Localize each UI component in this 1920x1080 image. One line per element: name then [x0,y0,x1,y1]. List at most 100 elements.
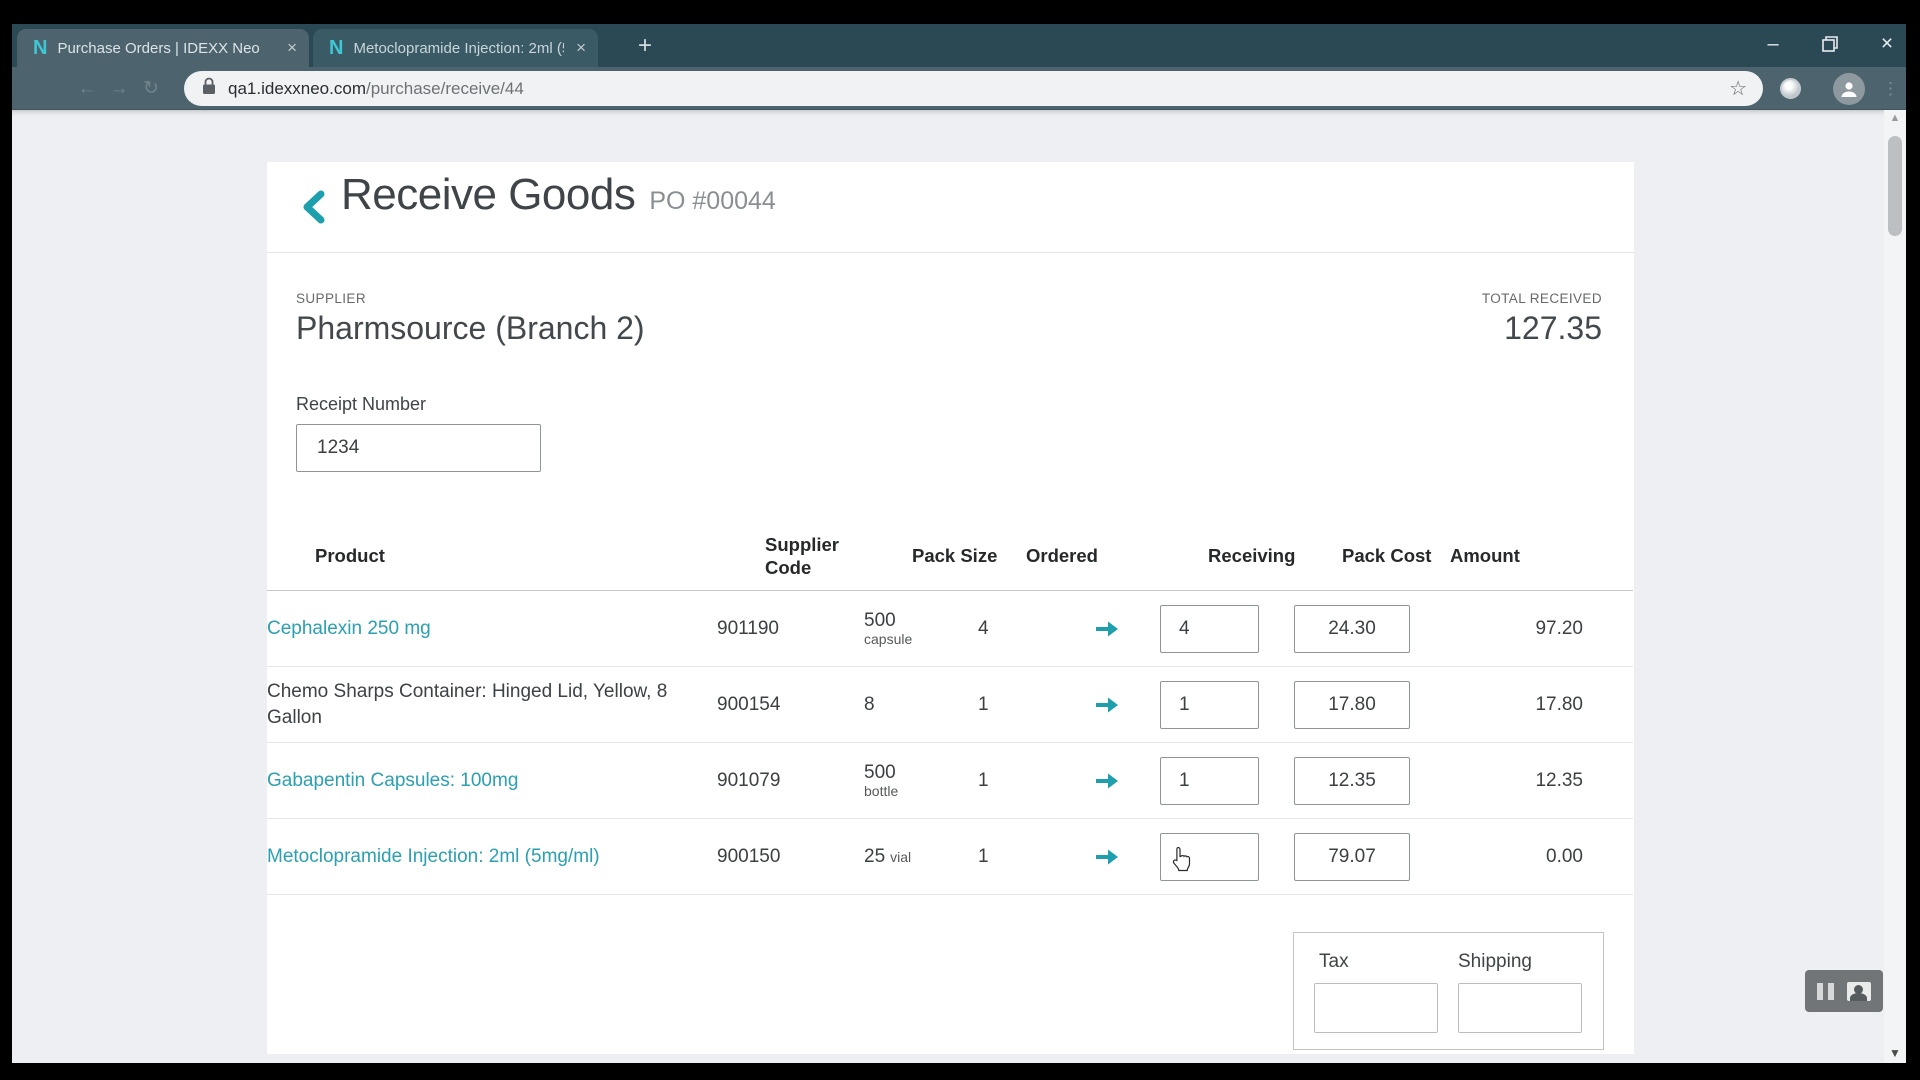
window-close-button[interactable]: × [1867,27,1906,61]
tab-purchase-orders[interactable]: N Purchase Orders | IDEXX Neo × [17,29,309,67]
back-chevron-icon[interactable] [300,190,326,229]
total-received-label: TOTAL RECEIVED [1482,291,1602,306]
url-path: /purchase/receive/44 [366,79,524,98]
table-row: Chemo Sharps Container: Hinged Lid, Yell… [267,667,1633,743]
pack-cost-cell [1294,605,1430,653]
ordered-cell: 1 [978,694,1053,716]
table-row: Metoclopramide Injection: 2ml (5mg/ml) 9… [267,819,1633,895]
col-header-receiving: Receiving [1208,534,1342,577]
pack-unit: capsule [864,631,978,647]
pack-qty: 500 [864,610,978,632]
pack-cost-input[interactable] [1294,681,1410,729]
pack-size-cell: 25 vial [864,846,978,868]
tab-metoclopramide[interactable]: N Metoclopramide Injection: 2ml (5 × [313,29,598,67]
supplier-name: Pharmsource (Branch 2) [296,310,645,347]
copy-ordered-arrow-icon[interactable] [1053,695,1160,715]
window-minimize-button[interactable]: – [1753,27,1793,61]
receiving-input[interactable] [1160,605,1259,653]
window-restore-button[interactable] [1810,27,1850,61]
receiving-input[interactable] [1160,757,1259,805]
receiving-cell [1160,605,1294,653]
new-tab-button[interactable]: + [630,31,660,61]
receiving-input[interactable] [1160,681,1259,729]
product-link[interactable]: Cephalexin 250 mg [267,616,717,642]
mouse-cursor-hand [1170,846,1194,877]
pack-cost-input[interactable] [1294,757,1410,805]
pack-unit: vial [890,849,911,865]
col-header-amount: Amount [1478,534,1633,577]
url-domain: qa1.idexxneo.com [228,79,366,98]
totals-box: Tax Shipping [1293,932,1604,1050]
page-title: Receive Goods [341,170,635,220]
product-link[interactable]: Chemo Sharps Container: Hinged Lid, Yell… [267,679,717,730]
receiving-cell [1160,681,1294,729]
pack-qty: 8 [864,694,978,716]
col-header-spacer [1101,546,1208,566]
amount-cell: 0.00 [1430,846,1585,868]
col-header-product: Product [315,534,765,577]
copy-ordered-arrow-icon[interactable] [1053,847,1160,867]
table-body: Cephalexin 250 mg 901190 500 capsule 4 9… [267,591,1633,895]
forward-icon[interactable]: → [104,67,134,110]
scroll-down-icon[interactable]: ▼ [1884,1046,1906,1060]
snapshot-icon[interactable] [1847,982,1871,1001]
col-header-ordered: Ordered [1026,534,1101,577]
tab-title: Metoclopramide Injection: 2ml (5 [353,40,564,57]
browser-toolbar: ← → ↻ qa1.idexxneo.com/purchase/receive/… [12,67,1906,110]
tax-input[interactable] [1314,983,1438,1033]
bookmark-star-icon[interactable]: ☆ [1729,76,1747,101]
tab-close-icon[interactable]: × [287,38,297,58]
product-link[interactable]: Metoclopramide Injection: 2ml (5mg/ml) [267,844,717,870]
amount-cell: 12.35 [1430,770,1585,792]
col-header-pack-size: Pack Size [912,534,1002,577]
address-bar[interactable]: qa1.idexxneo.com/purchase/receive/44 ☆ [184,71,1763,106]
pack-qty: 25 [864,846,885,868]
browser-window: N Purchase Orders | IDEXX Neo × N Metocl… [12,24,1906,1063]
profile-avatar[interactable] [1833,73,1865,105]
receive-goods-card: Receive Goods PO #00044 SUPPLIER Pharmso… [267,162,1634,1054]
pack-unit: bottle [864,783,978,799]
pack-qty: 500 [864,762,978,784]
url-text: qa1.idexxneo.com/purchase/receive/44 [228,79,1729,99]
idexx-neo-logo-icon: N [329,37,343,60]
supplier-code-cell: 901190 [717,618,864,640]
product-link[interactable]: Gabapentin Capsules: 100mg [267,768,717,794]
scroll-up-icon[interactable]: ▲ [1884,112,1906,124]
idexx-neo-logo-icon: N [33,37,47,60]
recorder-overlay [1805,970,1883,1012]
receipt-number-input[interactable] [296,424,541,472]
back-icon[interactable]: ← [72,67,102,110]
pack-cost-cell [1294,757,1430,805]
tab-title: Purchase Orders | IDEXX Neo [57,40,275,57]
tab-close-icon[interactable]: × [576,38,586,58]
reload-icon[interactable]: ↻ [136,67,166,110]
pack-size-cell: 500 bottle [864,762,978,800]
copy-ordered-arrow-icon[interactable] [1053,771,1160,791]
tax-label: Tax [1319,951,1349,973]
shipping-input[interactable] [1458,983,1582,1033]
pack-cost-input[interactable] [1294,605,1410,653]
scrollbar[interactable]: ▲ ▼ [1884,110,1906,1063]
tab-strip: N Purchase Orders | IDEXX Neo × N Metocl… [12,24,1906,67]
browser-menu-icon[interactable]: ⋮ [1882,67,1899,110]
pack-cost-cell [1294,681,1430,729]
supplier-code-cell: 900154 [717,694,864,716]
shipping-label: Shipping [1458,951,1532,973]
col-header-supplier-code: Supplier Code [765,523,855,589]
table-header-row: Product Supplier Code Pack Size Ordered … [267,522,1633,591]
copy-ordered-arrow-icon[interactable] [1053,619,1160,639]
supplier-code-cell: 901079 [717,770,864,792]
pack-cost-input[interactable] [1294,833,1410,881]
amount-cell: 17.80 [1430,694,1585,716]
po-number: PO #00044 [649,187,776,216]
pause-icon[interactable] [1817,983,1834,1000]
receiving-cell [1160,757,1294,805]
page-background: Receive Goods PO #00044 SUPPLIER Pharmso… [12,110,1906,1063]
pack-size-cell: 500 capsule [864,610,978,648]
extension-icon[interactable] [1780,78,1801,99]
ordered-cell: 4 [978,618,1053,640]
scrollbar-thumb[interactable] [1888,136,1902,236]
receipt-number-label: Receipt Number [296,394,426,415]
table-row: Cephalexin 250 mg 901190 500 capsule 4 9… [267,591,1633,667]
ordered-cell: 1 [978,770,1053,792]
